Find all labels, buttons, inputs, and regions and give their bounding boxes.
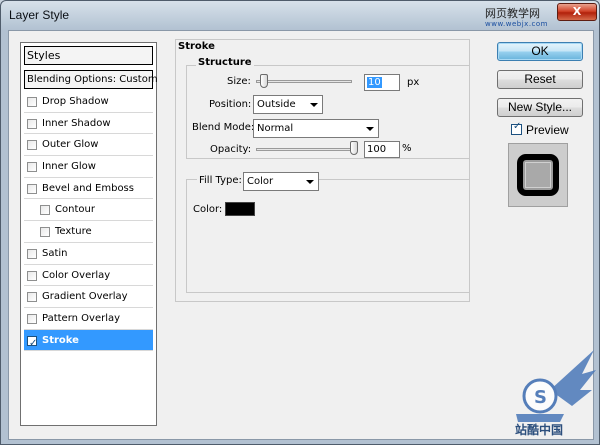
style-item-label: Inner Shadow <box>42 117 111 129</box>
blending-options-item[interactable]: Blending Options: Custom <box>24 70 158 89</box>
style-checkbox[interactable] <box>27 97 37 107</box>
style-item-inner-glow[interactable]: Inner Glow <box>24 156 153 178</box>
style-item-outer-glow[interactable]: Outer Glow <box>24 134 153 157</box>
opacity-unit: % <box>402 143 412 154</box>
style-item-satin[interactable]: Satin <box>24 243 153 265</box>
size-slider-track[interactable] <box>256 80 352 83</box>
size-slider-thumb[interactable] <box>259 74 268 88</box>
style-checkbox[interactable] <box>27 292 37 303</box>
position-select[interactable]: Outside <box>253 95 323 114</box>
size-unit: px <box>407 77 420 88</box>
style-item-stroke[interactable]: ✓ Stroke <box>24 329 153 352</box>
style-item-drop-shadow[interactable]: Drop Shadow <box>24 91 153 113</box>
style-item-gradient-overlay[interactable]: Gradient Overlay <box>24 286 153 308</box>
blend-mode-value: Normal <box>257 123 294 134</box>
opacity-value: 100 <box>367 144 387 155</box>
size-input[interactable]: 10 <box>364 74 400 91</box>
chevron-down-icon <box>306 180 314 184</box>
reset-button[interactable]: Reset <box>497 70 583 89</box>
position-value: Outside <box>257 99 296 110</box>
layer-style-dialog: Layer Style 网页教学网 www.webjx.com X Styles… <box>0 0 600 445</box>
style-item-label: Contour <box>55 204 95 216</box>
style-item-label: Gradient Overlay <box>42 291 128 303</box>
fill-group-box <box>186 179 470 293</box>
color-label: Color: <box>193 204 223 215</box>
style-item-label: Satin <box>42 247 68 259</box>
chevron-down-icon <box>310 103 318 107</box>
style-checkbox[interactable] <box>27 162 37 173</box>
preview-label[interactable]: Preview <box>526 123 569 137</box>
fill-type-label: Fill Type: <box>197 175 244 186</box>
structure-group-title: Structure <box>196 57 254 68</box>
style-checkbox[interactable] <box>27 118 37 129</box>
preview-checkbox[interactable]: ✓ <box>511 121 522 135</box>
style-item-label: Texture <box>55 226 92 238</box>
stroke-preview-shape <box>517 154 559 196</box>
style-item-color-overlay[interactable]: Color Overlay <box>24 265 153 287</box>
style-checkbox[interactable] <box>40 227 50 238</box>
style-item-texture[interactable]: Texture <box>24 221 153 243</box>
style-item-label: Outer Glow <box>42 139 99 151</box>
preview-thumbnail <box>508 143 568 207</box>
style-checkbox[interactable] <box>27 270 37 281</box>
new-style-button[interactable]: New Style... <box>497 98 583 117</box>
opacity-input[interactable]: 100 <box>364 141 400 158</box>
style-list: Drop Shadow Inner Shadow Outer Glow Inner G… <box>24 91 153 352</box>
blend-mode-select[interactable]: Normal <box>253 119 379 138</box>
position-label: Position: <box>209 99 252 110</box>
styles-panel: Styles Blending Options: Custom Drop Sha… <box>20 42 158 426</box>
fill-type-select[interactable]: Color <box>243 172 319 191</box>
style-checkbox[interactable]: ✓ <box>27 335 37 349</box>
title-bar[interactable]: Layer Style 网页教学网 www.webjx.com X <box>1 1 599 31</box>
svg-text:S: S <box>534 387 547 408</box>
styles-header[interactable]: Styles <box>24 46 153 65</box>
watermark-logo: 网页教学网 www.webjx.com <box>485 8 548 30</box>
style-item-label: Drop Shadow <box>42 96 109 107</box>
close-icon: X <box>572 5 582 18</box>
watermark-bottom-text: 站酷中国 <box>515 423 564 437</box>
style-item-label: Inner Glow <box>42 161 96 173</box>
dialog-body: Styles Blending Options: Custom Drop Sha… <box>8 30 594 440</box>
blend-mode-label: Blend Mode: <box>192 122 255 133</box>
opacity-slider-track[interactable] <box>256 148 356 151</box>
preview-fill <box>525 162 551 188</box>
style-item-label: Pattern Overlay <box>42 312 121 324</box>
size-label: Size: <box>227 76 251 87</box>
style-item-inner-shadow[interactable]: Inner Shadow <box>24 113 153 135</box>
style-item-label: Bevel and Emboss <box>42 182 134 194</box>
window-title: Layer Style <box>9 8 70 22</box>
style-checkbox[interactable] <box>40 205 50 216</box>
color-swatch[interactable] <box>225 202 255 216</box>
chevron-down-icon <box>366 127 374 131</box>
close-button[interactable]: X <box>557 3 597 21</box>
style-checkbox[interactable] <box>27 313 37 324</box>
checkmark-icon: ✓ <box>29 337 38 349</box>
style-checkbox[interactable] <box>27 183 37 194</box>
style-item-bevel-and-emboss[interactable]: Bevel and Emboss <box>24 178 153 200</box>
style-checkbox[interactable] <box>27 140 37 151</box>
style-item-pattern-overlay[interactable]: Pattern Overlay <box>24 308 153 330</box>
watermark-url: www.webjx.com <box>485 20 548 28</box>
stroke-group-title: Stroke <box>176 41 217 52</box>
ok-button[interactable]: OK <box>497 42 583 61</box>
fill-type-value: Color <box>247 176 274 187</box>
style-checkbox[interactable] <box>27 248 37 259</box>
checkmark-icon: ✓ <box>513 121 522 132</box>
style-item-label: Stroke <box>42 334 79 346</box>
style-item-label: Color Overlay <box>42 269 111 281</box>
size-value: 10 <box>367 77 382 88</box>
opacity-slider-thumb[interactable] <box>350 141 358 155</box>
style-item-contour[interactable]: Contour <box>24 199 153 222</box>
opacity-label: Opacity: <box>210 144 252 155</box>
